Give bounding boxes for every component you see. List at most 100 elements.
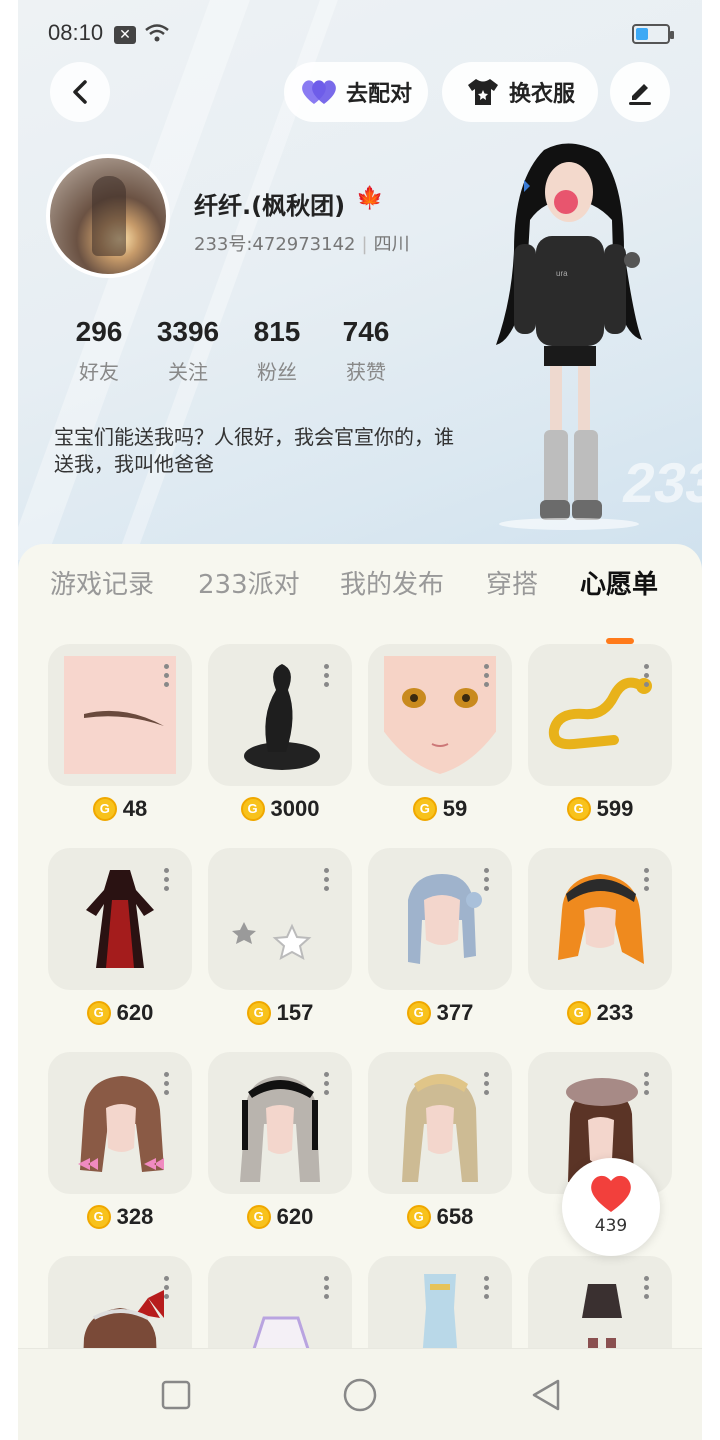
change-outfit-button[interactable]: 换衣服 bbox=[442, 62, 598, 122]
profile-stats: 296 好友 3396 关注 815 粉丝 746 获赞 bbox=[54, 316, 410, 385]
item-thumbnail[interactable] bbox=[208, 848, 352, 990]
wishlist-item[interactable]: 3000 bbox=[208, 644, 352, 834]
item-price: 599 bbox=[528, 796, 672, 822]
item-thumbnail[interactable] bbox=[528, 848, 672, 990]
system-nav-bar bbox=[18, 1348, 702, 1440]
double-heart-icon bbox=[302, 80, 336, 104]
item-price-value: 599 bbox=[596, 796, 634, 821]
coin-icon bbox=[246, 1001, 271, 1025]
more-options-icon[interactable] bbox=[164, 1276, 170, 1304]
stat-value: 746 bbox=[342, 316, 390, 347]
edit-profile-button[interactable] bbox=[610, 62, 670, 122]
tab-outfits[interactable]: 穿搭 bbox=[486, 564, 538, 601]
more-options-icon[interactable] bbox=[324, 868, 330, 896]
maple-leaf-icon: 🍁 bbox=[356, 186, 384, 211]
wishlist-item[interactable]: 233 bbox=[528, 848, 672, 1038]
more-options-icon[interactable] bbox=[484, 868, 490, 896]
stat-value: 3396 bbox=[156, 316, 220, 347]
wishlist-item[interactable]: 658 bbox=[368, 1052, 512, 1242]
stat-following[interactable]: 3396 关注 bbox=[143, 316, 233, 385]
user-id-line: 233号:472973142 | 四川 bbox=[194, 234, 410, 255]
chevron-left-icon bbox=[73, 80, 87, 104]
match-button[interactable]: 去配对 bbox=[284, 62, 428, 122]
more-options-icon[interactable] bbox=[644, 868, 650, 896]
stat-label: 粉丝 bbox=[257, 360, 297, 384]
item-thumbnail[interactable] bbox=[368, 644, 512, 786]
recent-apps-icon[interactable] bbox=[158, 1377, 194, 1413]
item-price: 48 bbox=[48, 796, 192, 822]
stat-likes[interactable]: 746 获赞 bbox=[321, 316, 411, 385]
item-price-value: 658 bbox=[436, 1204, 474, 1229]
stat-fans[interactable]: 815 粉丝 bbox=[232, 316, 322, 385]
wishlist-item[interactable]: 59 bbox=[368, 644, 512, 834]
item-price: 377 bbox=[368, 1000, 512, 1026]
item-price: 59 bbox=[368, 796, 512, 822]
no-sim-icon: ✕ bbox=[114, 26, 136, 44]
item-thumbnail[interactable] bbox=[208, 1052, 352, 1194]
more-options-icon[interactable] bbox=[484, 1072, 490, 1100]
more-options-icon[interactable] bbox=[484, 664, 490, 692]
item-price-value: 157 bbox=[276, 1000, 314, 1025]
item-price-value: 3000 bbox=[270, 796, 320, 821]
wishlist-item[interactable]: 328 bbox=[48, 1052, 192, 1242]
match-button-label: 去配对 bbox=[345, 82, 412, 107]
wifi-icon bbox=[145, 24, 169, 42]
wishlist-item[interactable]: 377 bbox=[368, 848, 512, 1038]
more-options-icon[interactable] bbox=[324, 664, 330, 692]
pencil-icon bbox=[629, 84, 651, 105]
more-options-icon[interactable] bbox=[324, 1276, 330, 1304]
more-options-icon[interactable] bbox=[164, 868, 170, 896]
tab-game-records[interactable]: 游戏记录 bbox=[50, 564, 154, 601]
wishlist-item[interactable]: 48 bbox=[48, 644, 192, 834]
brown-hair-bows-item-image bbox=[78, 1076, 164, 1172]
item-price: 3000 bbox=[208, 796, 352, 822]
more-options-icon[interactable] bbox=[644, 664, 650, 692]
tshirt-icon bbox=[467, 79, 498, 105]
coin-icon bbox=[406, 1205, 431, 1229]
item-price: 157 bbox=[208, 1000, 352, 1026]
back-button[interactable] bbox=[50, 62, 110, 122]
more-options-icon[interactable] bbox=[484, 1276, 490, 1304]
item-price: 233 bbox=[528, 1000, 672, 1026]
coin-icon bbox=[240, 797, 265, 821]
item-price: 620 bbox=[48, 1000, 192, 1026]
more-options-icon[interactable] bbox=[644, 1276, 650, 1304]
stat-label: 关注 bbox=[168, 360, 208, 384]
avatar[interactable] bbox=[46, 154, 170, 278]
item-thumbnail[interactable] bbox=[368, 1052, 512, 1194]
wishlist-item[interactable]: 157 bbox=[208, 848, 352, 1038]
tab-my-posts[interactable]: 我的发布 bbox=[340, 564, 444, 601]
back-nav-icon[interactable] bbox=[528, 1377, 564, 1413]
app-screen: 08:10 ✕ 去配对 换衣服 纤纤.(枫秋团) 🍁 233号:47297314… bbox=[18, 0, 702, 1440]
stat-friends[interactable]: 296 好友 bbox=[54, 316, 144, 385]
item-thumbnail[interactable] bbox=[528, 644, 672, 786]
coin-icon bbox=[246, 1205, 271, 1229]
more-options-icon[interactable] bbox=[164, 664, 170, 692]
golden-dragon-item-image bbox=[548, 677, 652, 750]
item-price-value: 328 bbox=[116, 1204, 154, 1229]
home-icon[interactable] bbox=[342, 1377, 378, 1413]
more-options-icon[interactable] bbox=[324, 1072, 330, 1100]
item-thumbnail[interactable] bbox=[48, 848, 192, 990]
like-button[interactable]: 439 bbox=[562, 1158, 660, 1256]
item-price-value: 59 bbox=[442, 796, 468, 821]
more-options-icon[interactable] bbox=[644, 1072, 650, 1100]
svg-text:ura: ura bbox=[556, 269, 568, 278]
change-outfit-label: 换衣服 bbox=[508, 82, 575, 107]
item-thumbnail[interactable] bbox=[368, 848, 512, 990]
item-thumbnail[interactable] bbox=[208, 644, 352, 786]
item-thumbnail[interactable] bbox=[48, 644, 192, 786]
wishlist-item[interactable]: 620 bbox=[208, 1052, 352, 1242]
stat-value: 815 bbox=[253, 316, 301, 347]
coin-icon bbox=[92, 797, 117, 821]
like-count: 439 bbox=[594, 1216, 628, 1236]
coin-icon bbox=[406, 1001, 431, 1025]
wishlist-item[interactable]: 599 bbox=[528, 644, 672, 834]
battery-icon bbox=[632, 24, 674, 44]
more-options-icon[interactable] bbox=[164, 1072, 170, 1100]
wishlist-item[interactable]: 620 bbox=[48, 848, 192, 1038]
tab-233-party[interactable]: 233派对 bbox=[198, 564, 300, 601]
stat-label: 好友 bbox=[79, 360, 119, 384]
item-thumbnail[interactable] bbox=[48, 1052, 192, 1194]
tab-wishlist[interactable]: 心愿单 bbox=[580, 564, 658, 601]
